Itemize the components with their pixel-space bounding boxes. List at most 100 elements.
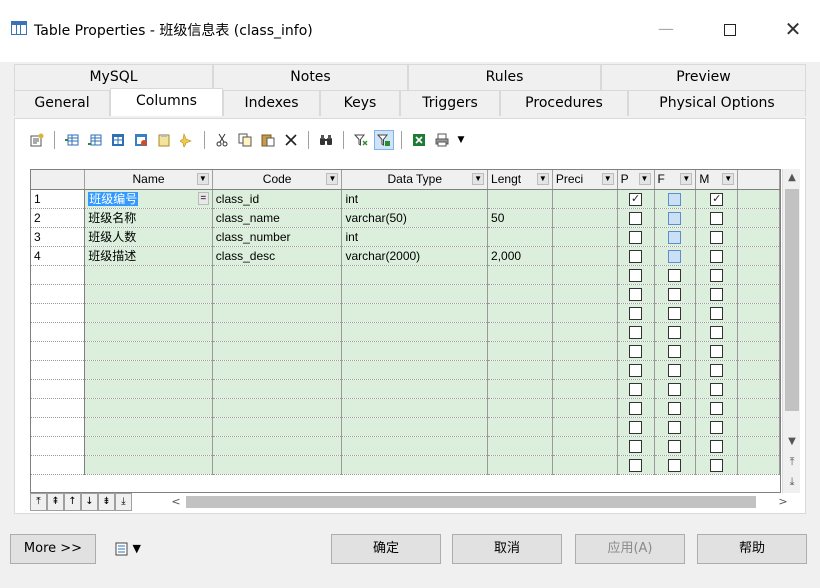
mandatory-checkbox[interactable] [710, 268, 724, 282]
empty-row[interactable] [31, 398, 780, 418]
row-number[interactable] [31, 455, 86, 475]
move-bottom-icon[interactable]: ⤓ [783, 473, 801, 491]
move-to-bottom-icon[interactable]: ⤓ [115, 493, 132, 511]
primary-checkbox[interactable] [629, 363, 643, 377]
chevron-down-icon[interactable]: ▼ [601, 173, 614, 185]
mandatory-checkbox[interactable] [710, 249, 724, 263]
scroll-left-icon[interactable]: < [168, 493, 184, 511]
chevron-down-icon[interactable]: ▼ [680, 173, 693, 185]
cell-code[interactable] [212, 284, 343, 304]
header-mandatory[interactable]: M ▼ [695, 170, 739, 190]
scroll-down-icon[interactable]: ▼ [783, 433, 801, 451]
cell-name[interactable] [84, 284, 213, 304]
chevron-down-icon[interactable]: ▼ [472, 173, 485, 185]
empty-row[interactable] [31, 322, 780, 342]
more-button[interactable]: More >> [10, 534, 96, 564]
foreign-checkbox[interactable] [668, 382, 682, 396]
cell-data-type[interactable]: int [341, 189, 489, 209]
header-name[interactable]: Name ▼ [84, 170, 213, 190]
foreign-checkbox[interactable] [668, 230, 682, 244]
cell-precision[interactable] [552, 322, 618, 342]
row-number[interactable] [31, 417, 86, 437]
cell-precision[interactable] [552, 246, 618, 266]
help-button[interactable]: 帮助 [697, 534, 807, 564]
cell-length[interactable] [487, 303, 553, 323]
cell-name[interactable] [84, 322, 213, 342]
row-number[interactable] [31, 360, 86, 380]
cell-data-type[interactable] [341, 436, 489, 456]
add-columns-button[interactable] [108, 130, 128, 150]
cell-length[interactable] [487, 322, 553, 342]
cell-code[interactable]: class_desc [212, 246, 343, 266]
cell-code[interactable]: class_name [212, 208, 343, 228]
cell-data-type[interactable] [341, 379, 489, 399]
cell-name[interactable]: 班级名称 [84, 208, 213, 228]
table-row[interactable]: 4 班级描述 class_desc varchar(2000) 2,000 [31, 246, 780, 266]
row-number[interactable] [31, 341, 86, 361]
find-button[interactable] [316, 130, 336, 150]
cell-length[interactable] [487, 227, 553, 247]
cell-name[interactable] [84, 436, 213, 456]
insert-row-button[interactable] [62, 130, 82, 150]
header-foreign[interactable]: F ▼ [654, 170, 697, 190]
tab-procedures[interactable]: Procedures [500, 90, 628, 116]
minimize-button[interactable]: — [643, 14, 689, 44]
empty-row[interactable] [31, 284, 780, 304]
table-row[interactable]: 3 班级人数 class_number int [31, 227, 780, 247]
chevron-down-icon[interactable]: ▼ [196, 173, 209, 185]
cell-precision[interactable] [552, 284, 618, 304]
cell-length[interactable] [487, 189, 553, 209]
header-primary[interactable]: P ▼ [617, 170, 655, 190]
mandatory-checkbox[interactable] [710, 344, 724, 358]
tab-notes[interactable]: Notes [213, 64, 408, 90]
cut-button[interactable] [212, 130, 232, 150]
primary-checkbox[interactable] [629, 420, 643, 434]
reuse-columns-button[interactable] [131, 130, 151, 150]
cell-data-type[interactable] [341, 322, 489, 342]
primary-checkbox[interactable]: ✓ [629, 192, 643, 206]
cell-precision[interactable] [552, 265, 618, 285]
table-row[interactable]: 2 班级名称 class_name varchar(50) 50 [31, 208, 780, 228]
row-number[interactable]: 1 [31, 189, 86, 209]
cell-data-type[interactable] [341, 398, 489, 418]
primary-checkbox[interactable] [629, 458, 643, 472]
cell-code[interactable] [212, 398, 343, 418]
cell-name[interactable] [84, 341, 213, 361]
row-number[interactable]: 2 [31, 208, 86, 228]
cell-name[interactable] [84, 398, 213, 418]
cell-precision[interactable] [552, 208, 618, 228]
cell-precision[interactable] [552, 436, 618, 456]
cell-code[interactable] [212, 303, 343, 323]
header-length[interactable]: Lengt ▼ [487, 170, 553, 190]
primary-checkbox[interactable] [629, 344, 643, 358]
cell-precision[interactable] [552, 303, 618, 323]
customize-columns-button[interactable] [374, 130, 394, 150]
chevron-down-icon[interactable]: ▼ [326, 173, 339, 185]
tab-rules[interactable]: Rules [408, 64, 601, 90]
cell-precision[interactable] [552, 455, 618, 475]
foreign-checkbox[interactable] [668, 211, 682, 225]
foreign-checkbox[interactable] [668, 420, 682, 434]
foreign-checkbox[interactable] [668, 306, 682, 320]
chevron-down-icon[interactable]: ▼ [722, 173, 735, 185]
chevron-down-icon[interactable]: ▼ [638, 173, 651, 185]
cell-precision[interactable] [552, 417, 618, 437]
vertical-scrollbar[interactable]: ▲ ▼ ⤒ ⤓ [782, 169, 800, 493]
mandatory-checkbox[interactable] [710, 363, 724, 377]
cell-data-type[interactable]: varchar(2000) [341, 246, 489, 266]
primary-checkbox[interactable] [629, 211, 643, 225]
empty-row[interactable] [31, 436, 780, 456]
foreign-checkbox[interactable] [668, 325, 682, 339]
cancel-button[interactable]: 取消 [452, 534, 562, 564]
cell-length[interactable] [487, 417, 553, 437]
vertical-scroll-thumb[interactable] [785, 189, 799, 411]
foreign-checkbox[interactable] [668, 249, 682, 263]
cell-data-type[interactable] [341, 341, 489, 361]
cell-length[interactable] [487, 284, 553, 304]
cell-length[interactable]: 50 [487, 208, 553, 228]
tab-keys[interactable]: Keys [320, 90, 400, 116]
tab-columns[interactable]: Columns [110, 88, 223, 116]
cell-data-type[interactable]: varchar(50) [341, 208, 489, 228]
clipboard-button[interactable] [154, 130, 174, 150]
dropdown-icon[interactable]: ▼ [455, 130, 467, 150]
